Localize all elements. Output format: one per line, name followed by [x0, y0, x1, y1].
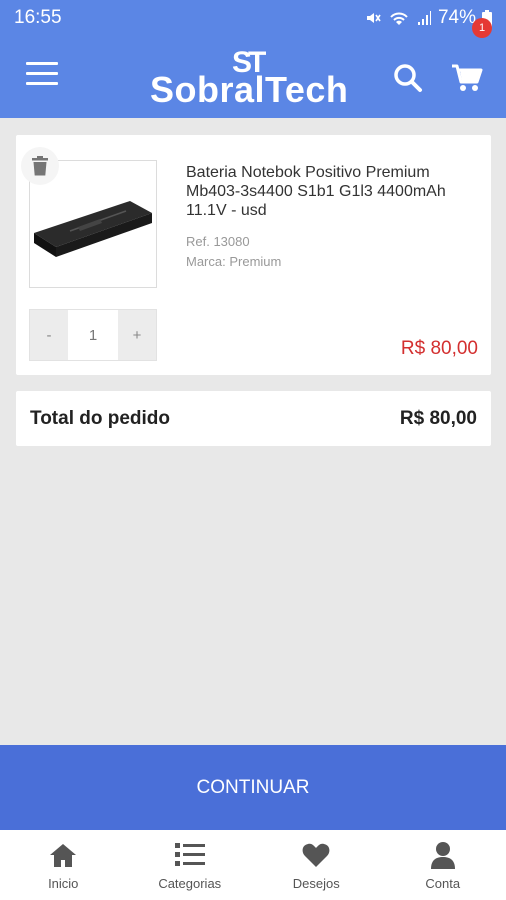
logo[interactable]: ST SobralTech — [150, 48, 356, 110]
battery-percent: 74% — [437, 7, 476, 28]
signal-icon — [417, 11, 431, 25]
nav-item-inicio[interactable]: Inicio — [0, 830, 127, 900]
increase-quantity-button[interactable]: + — [118, 310, 156, 360]
product-brand: Marca: Premium — [186, 254, 282, 269]
quantity-value[interactable]: 1 — [68, 310, 118, 360]
nav-item-categorias[interactable]: Categorias — [127, 830, 254, 900]
nav-item-conta[interactable]: Conta — [380, 830, 506, 900]
bottom-navigation: Inicio Categorias Desejos Conta — [0, 830, 506, 900]
status-bar: 16:55 74% — [0, 0, 506, 36]
continue-button[interactable]: CONTINUAR — [0, 745, 506, 830]
cart-count-badge: 1 — [472, 18, 492, 38]
wifi-icon — [390, 12, 408, 25]
nav-label-inicio: Inicio — [48, 876, 79, 891]
order-total-label: Total do pedido — [30, 407, 171, 429]
item-price: R$ 80,00 — [400, 338, 478, 359]
cart-button[interactable] — [450, 62, 484, 94]
trash-icon — [32, 156, 48, 176]
nav-label-desejos: Desejos — [292, 876, 340, 891]
remove-item-button[interactable] — [21, 147, 59, 185]
app-bar: ST SobralTech — [0, 36, 506, 118]
order-total-card: Total do pedido R$ 80,00 — [16, 391, 491, 446]
cart-icon — [452, 64, 483, 91]
search-button[interactable] — [392, 62, 424, 94]
home-icon — [50, 844, 77, 867]
quantity-stepper: - 1 + — [29, 309, 157, 361]
heart-icon — [302, 843, 330, 867]
nav-label-conta: Conta — [425, 876, 461, 891]
nav-item-desejos[interactable]: Desejos — [253, 830, 380, 900]
logo-text: SobralTech — [150, 69, 349, 110]
product-ref: Ref. 13080 — [186, 234, 250, 249]
list-icon — [174, 843, 205, 866]
user-icon — [430, 842, 455, 869]
mute-icon — [366, 13, 381, 23]
product-title[interactable]: Bateria Notebok Positivo Premium Mb403-3… — [186, 163, 476, 220]
decrease-quantity-button[interactable]: - — [30, 310, 68, 360]
menu-icon — [26, 62, 58, 65]
status-time: 16:55 — [14, 7, 62, 28]
search-icon — [394, 64, 422, 92]
nav-label-categorias: Categorias — [158, 876, 222, 891]
menu-button[interactable] — [26, 62, 58, 92]
order-total-value: R$ 80,00 — [399, 407, 477, 429]
